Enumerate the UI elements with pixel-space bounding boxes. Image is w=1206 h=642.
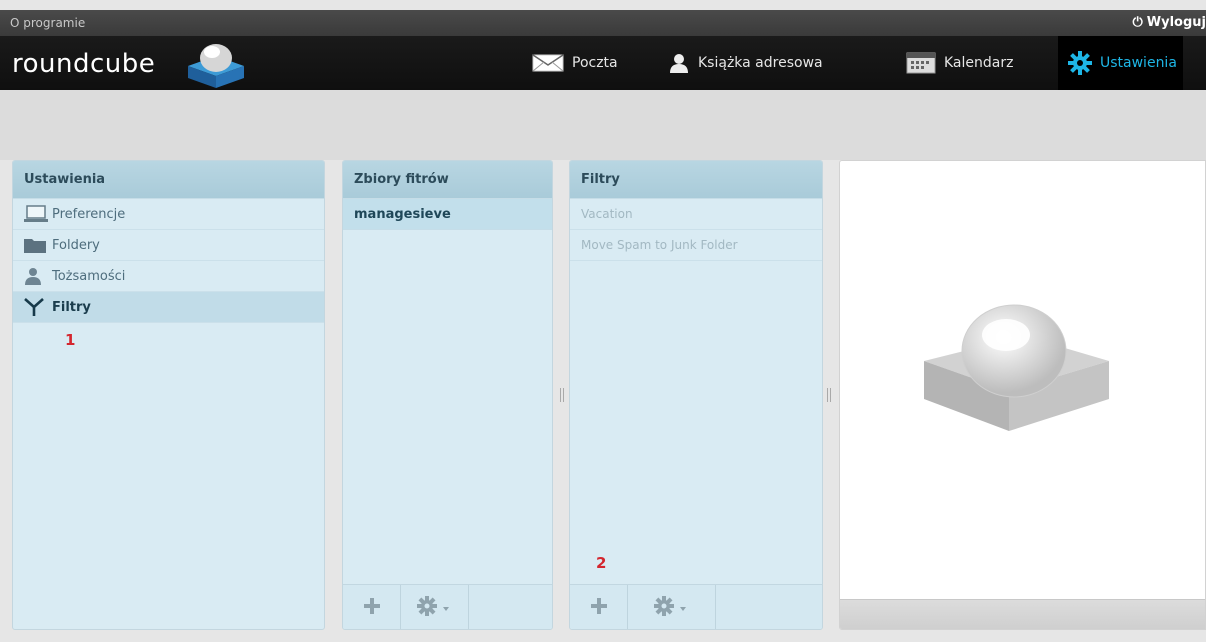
nav-mail[interactable]: Poczta	[532, 36, 618, 90]
settings-item-preferences[interactable]: Preferencje	[13, 199, 324, 230]
toolbar-band	[0, 90, 1206, 160]
filtersets-footer	[343, 584, 552, 629]
settings-item-filters[interactable]: Filtry	[13, 292, 324, 323]
plus-icon	[589, 596, 609, 620]
preview-footer	[840, 599, 1205, 629]
laptop-icon	[24, 205, 52, 223]
contacts-icon	[668, 52, 690, 74]
header: roundcube Poczta Książka adresowa Kalend…	[0, 36, 1206, 90]
filter-row-vacation[interactable]: Vacation	[570, 199, 822, 230]
filter-actions-button[interactable]	[628, 585, 716, 629]
filterset-label: managesieve	[354, 207, 451, 222]
preview-pane	[839, 160, 1206, 630]
gear-icon	[1068, 51, 1092, 75]
filters-footer	[570, 584, 822, 629]
filter-label: Vacation	[581, 207, 633, 221]
plus-icon	[362, 596, 382, 620]
folder-icon	[24, 237, 52, 253]
logout-label: Wyloguj	[1146, 15, 1206, 30]
settings-item-label: Foldery	[52, 237, 100, 253]
filterset-actions-button[interactable]	[401, 585, 469, 629]
splitter-handle[interactable]	[827, 388, 831, 402]
settings-item-identities[interactable]: Tożsamości	[13, 261, 324, 292]
splitter-handle[interactable]	[560, 388, 564, 402]
power-icon: ⏻	[1132, 15, 1143, 30]
annotation-marker-2: 2	[596, 554, 607, 572]
settings-item-label: Preferencje	[52, 206, 126, 222]
nav-contacts[interactable]: Książka adresowa	[668, 36, 823, 90]
settings-panel: Ustawienia Preferencje Foldery Tożsamośc…	[12, 160, 325, 630]
settings-item-label: Tożsamości	[52, 268, 126, 284]
nav-settings[interactable]: Ustawienia	[1058, 36, 1183, 90]
filter-row-spam[interactable]: Move Spam to Junk Folder	[570, 230, 822, 261]
calendar-icon	[906, 52, 936, 74]
nav-settings-label: Ustawienia	[1100, 55, 1177, 71]
roundcube-logo-icon	[188, 44, 244, 88]
filter-icon	[24, 298, 52, 316]
about-link[interactable]: O programie	[10, 16, 85, 30]
nav-mail-label: Poczta	[572, 55, 618, 71]
settings-item-folders[interactable]: Foldery	[13, 230, 324, 261]
logout-link[interactable]: ⏻ Wyloguj	[1132, 15, 1206, 30]
nav-calendar[interactable]: Kalendarz	[906, 36, 1013, 90]
settings-panel-title: Ustawienia	[13, 161, 324, 199]
add-filterset-button[interactable]	[343, 585, 401, 629]
filtersets-panel: Zbiory fitrów managesieve	[342, 160, 553, 630]
filters-panel: Filtry Vacation Move Spam to Junk Folder…	[569, 160, 823, 630]
brand-name: roundcube	[12, 49, 156, 79]
filterset-row[interactable]: managesieve	[343, 199, 552, 230]
mail-icon	[532, 54, 564, 72]
filter-label: Move Spam to Junk Folder	[581, 238, 738, 252]
annotation-marker-1: 1	[65, 331, 76, 349]
gear-menu-icon	[416, 595, 454, 621]
filtersets-panel-title: Zbiory fitrów	[343, 161, 552, 199]
nav-contacts-label: Książka adresowa	[698, 55, 823, 71]
person-icon	[24, 267, 52, 285]
add-filter-button[interactable]	[570, 585, 628, 629]
settings-item-label: Filtry	[52, 299, 91, 315]
top-bar: O programie ⏻ Wyloguj	[0, 10, 1206, 36]
gear-menu-icon	[653, 595, 691, 621]
nav-calendar-label: Kalendarz	[944, 55, 1014, 71]
roundcube-watermark-icon	[924, 304, 1109, 431]
filters-panel-title: Filtry	[570, 161, 822, 199]
